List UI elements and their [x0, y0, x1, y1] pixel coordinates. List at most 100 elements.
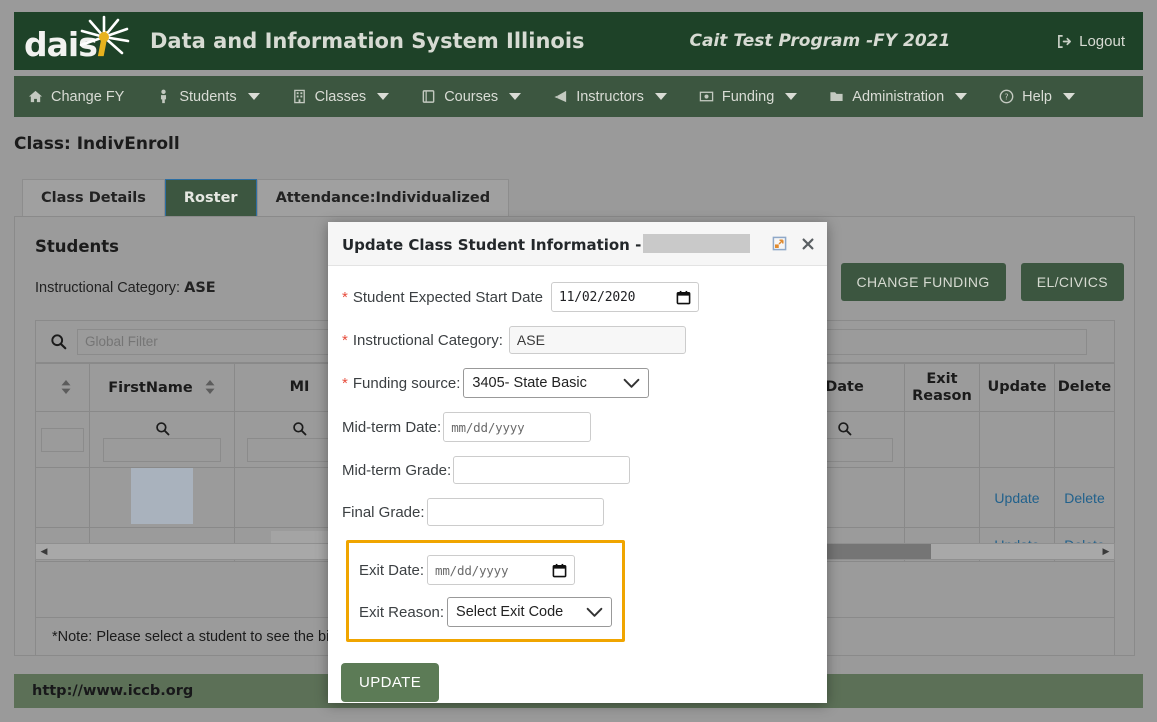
cell-delete[interactable]: Delete [1054, 467, 1115, 528]
exit-date-placeholder: mm/dd/yyyy [435, 562, 509, 578]
field-midterm-date: Mid-term Date: mm/dd/yyyy [342, 412, 827, 442]
instructional-category-label: Instructional Category: [35, 280, 181, 296]
logout-button[interactable]: Logout [1057, 33, 1125, 50]
instructional-category-input[interactable] [508, 326, 686, 354]
nav-item-change-fy[interactable]: Change FY [14, 76, 140, 117]
nav-label: Courses [444, 88, 499, 105]
change-funding-button[interactable]: CHANGE FUNDING [840, 263, 1006, 301]
modal-title-text: Update Class Student Information - [342, 235, 642, 254]
logout-label: Logout [1079, 32, 1125, 50]
modal-header-actions [772, 236, 815, 251]
masthead: daisi Data and Information System Illino… [14, 12, 1143, 70]
midterm-date-input[interactable]: mm/dd/yyyy [443, 412, 592, 442]
exit-date-label: Exit Date: [359, 561, 425, 579]
main-navbar: Change FY Students Classes Courses Instr… [14, 76, 1143, 117]
footer-url[interactable]: http://www.iccb.org [32, 683, 193, 699]
scroll-left-arrow[interactable]: ◀ [36, 547, 52, 556]
search-icon [51, 334, 67, 350]
money-icon [699, 91, 714, 102]
nav-item-courses[interactable]: Courses [405, 76, 537, 117]
search-icon [838, 422, 852, 436]
chevron-down-icon [654, 93, 667, 100]
funding-source-value: 3405- State Basic [472, 375, 587, 391]
folder-icon [830, 92, 843, 101]
nav-label: Classes [314, 88, 367, 105]
chevron-down-icon [1062, 93, 1075, 100]
chevron-down-icon [624, 378, 640, 388]
field-exit-reason: Exit Reason: Select Exit Code [359, 597, 612, 627]
close-icon[interactable] [801, 237, 815, 251]
col-label: Update [987, 379, 1047, 396]
field-exit-date: Exit Date: mm/dd/yyyy [359, 555, 612, 585]
midterm-date-label: Mid-term Date: [342, 418, 442, 436]
nav-label: Funding [721, 88, 775, 105]
nav-item-administration[interactable]: Administration [813, 76, 983, 117]
nav-label: Change FY [51, 88, 125, 105]
funding-source-select[interactable]: 3405- State Basic [463, 368, 650, 398]
cell-select[interactable] [35, 467, 90, 528]
update-link[interactable]: Update [994, 490, 1039, 506]
col-label: MI [289, 379, 310, 396]
chevron-down-icon [785, 93, 798, 100]
start-date-input[interactable]: 11/02/2020 [550, 282, 699, 312]
megaphone-icon [554, 90, 567, 103]
modal-header: Update Class Student Information - [328, 222, 827, 266]
logout-icon [1058, 34, 1072, 48]
col-select[interactable] [35, 363, 90, 412]
question-icon: ? [999, 89, 1014, 104]
nav-item-help[interactable]: ? Help [983, 76, 1091, 117]
nav-item-students[interactable]: Students [140, 76, 275, 117]
program-name: Cait Test Program -FY 2021 [689, 31, 951, 51]
required-asterisk: * [342, 374, 348, 392]
exit-reason-select[interactable]: Select Exit Code [447, 597, 612, 627]
nav-label: Administration [852, 88, 945, 105]
col-firstname[interactable]: FirstName [89, 363, 235, 412]
scroll-right-arrow[interactable]: ▶ [1098, 547, 1114, 556]
cell-update[interactable]: Update [979, 467, 1055, 528]
cell-firstname [89, 467, 235, 528]
tab-attendance-individualized[interactable]: Attendance:Individualized [256, 179, 510, 217]
col-label: FirstName [108, 379, 193, 396]
redacted-student-name [643, 233, 751, 253]
final-grade-input[interactable] [426, 498, 604, 526]
el-civics-button[interactable]: EL/CIVICS [1020, 263, 1124, 301]
start-date-label: Student Expected Start Date [352, 288, 543, 306]
filter-input[interactable] [102, 438, 222, 462]
col-exit-reason[interactable]: Exit Reason [904, 363, 980, 412]
tab-class-details[interactable]: Class Details [22, 179, 165, 217]
exit-date-input[interactable]: mm/dd/yyyy [427, 555, 576, 585]
nav-item-instructors[interactable]: Instructors [537, 76, 683, 117]
starburst-icon [79, 15, 130, 55]
home-icon [28, 90, 43, 103]
filter-input[interactable] [40, 427, 85, 452]
page-title: Class: IndivEnroll [14, 134, 180, 154]
maximize-icon[interactable] [772, 236, 787, 251]
instructional-category-label: Instructional Category: [352, 331, 503, 349]
funding-source-label: Funding source: [352, 374, 461, 392]
tab-roster[interactable]: Roster [164, 179, 257, 217]
field-start-date: * Student Expected Start Date 11/02/2020 [342, 282, 827, 312]
required-asterisk: * [342, 288, 348, 306]
delete-link[interactable]: Delete [1064, 490, 1104, 506]
field-instructional-category: * Instructional Category: [342, 326, 827, 354]
filter-cell-exit-reason [904, 411, 980, 468]
filter-cell-select [35, 411, 90, 468]
instructional-category-value: ASE [184, 280, 216, 296]
nav-item-funding[interactable]: Funding [683, 76, 813, 117]
building-icon [293, 89, 305, 104]
dais-logo: daisi [18, 13, 130, 69]
nav-item-classes[interactable]: Classes [276, 76, 406, 117]
calendar-icon[interactable] [552, 563, 567, 578]
filter-cell-firstname [89, 411, 235, 468]
chevron-down-icon [247, 93, 260, 100]
chevron-down-icon [955, 93, 968, 100]
field-funding-source: * Funding source: 3405- State Basic [342, 368, 827, 398]
nav-label: Students [179, 88, 237, 105]
modal-update-button[interactable]: UPDATE [341, 663, 440, 702]
redacted-value [131, 468, 193, 524]
midterm-grade-input[interactable] [453, 456, 631, 484]
sort-icon [61, 379, 70, 394]
calendar-icon[interactable] [676, 290, 691, 305]
modal-title: Update Class Student Information - [342, 233, 751, 254]
book-icon [422, 90, 435, 103]
